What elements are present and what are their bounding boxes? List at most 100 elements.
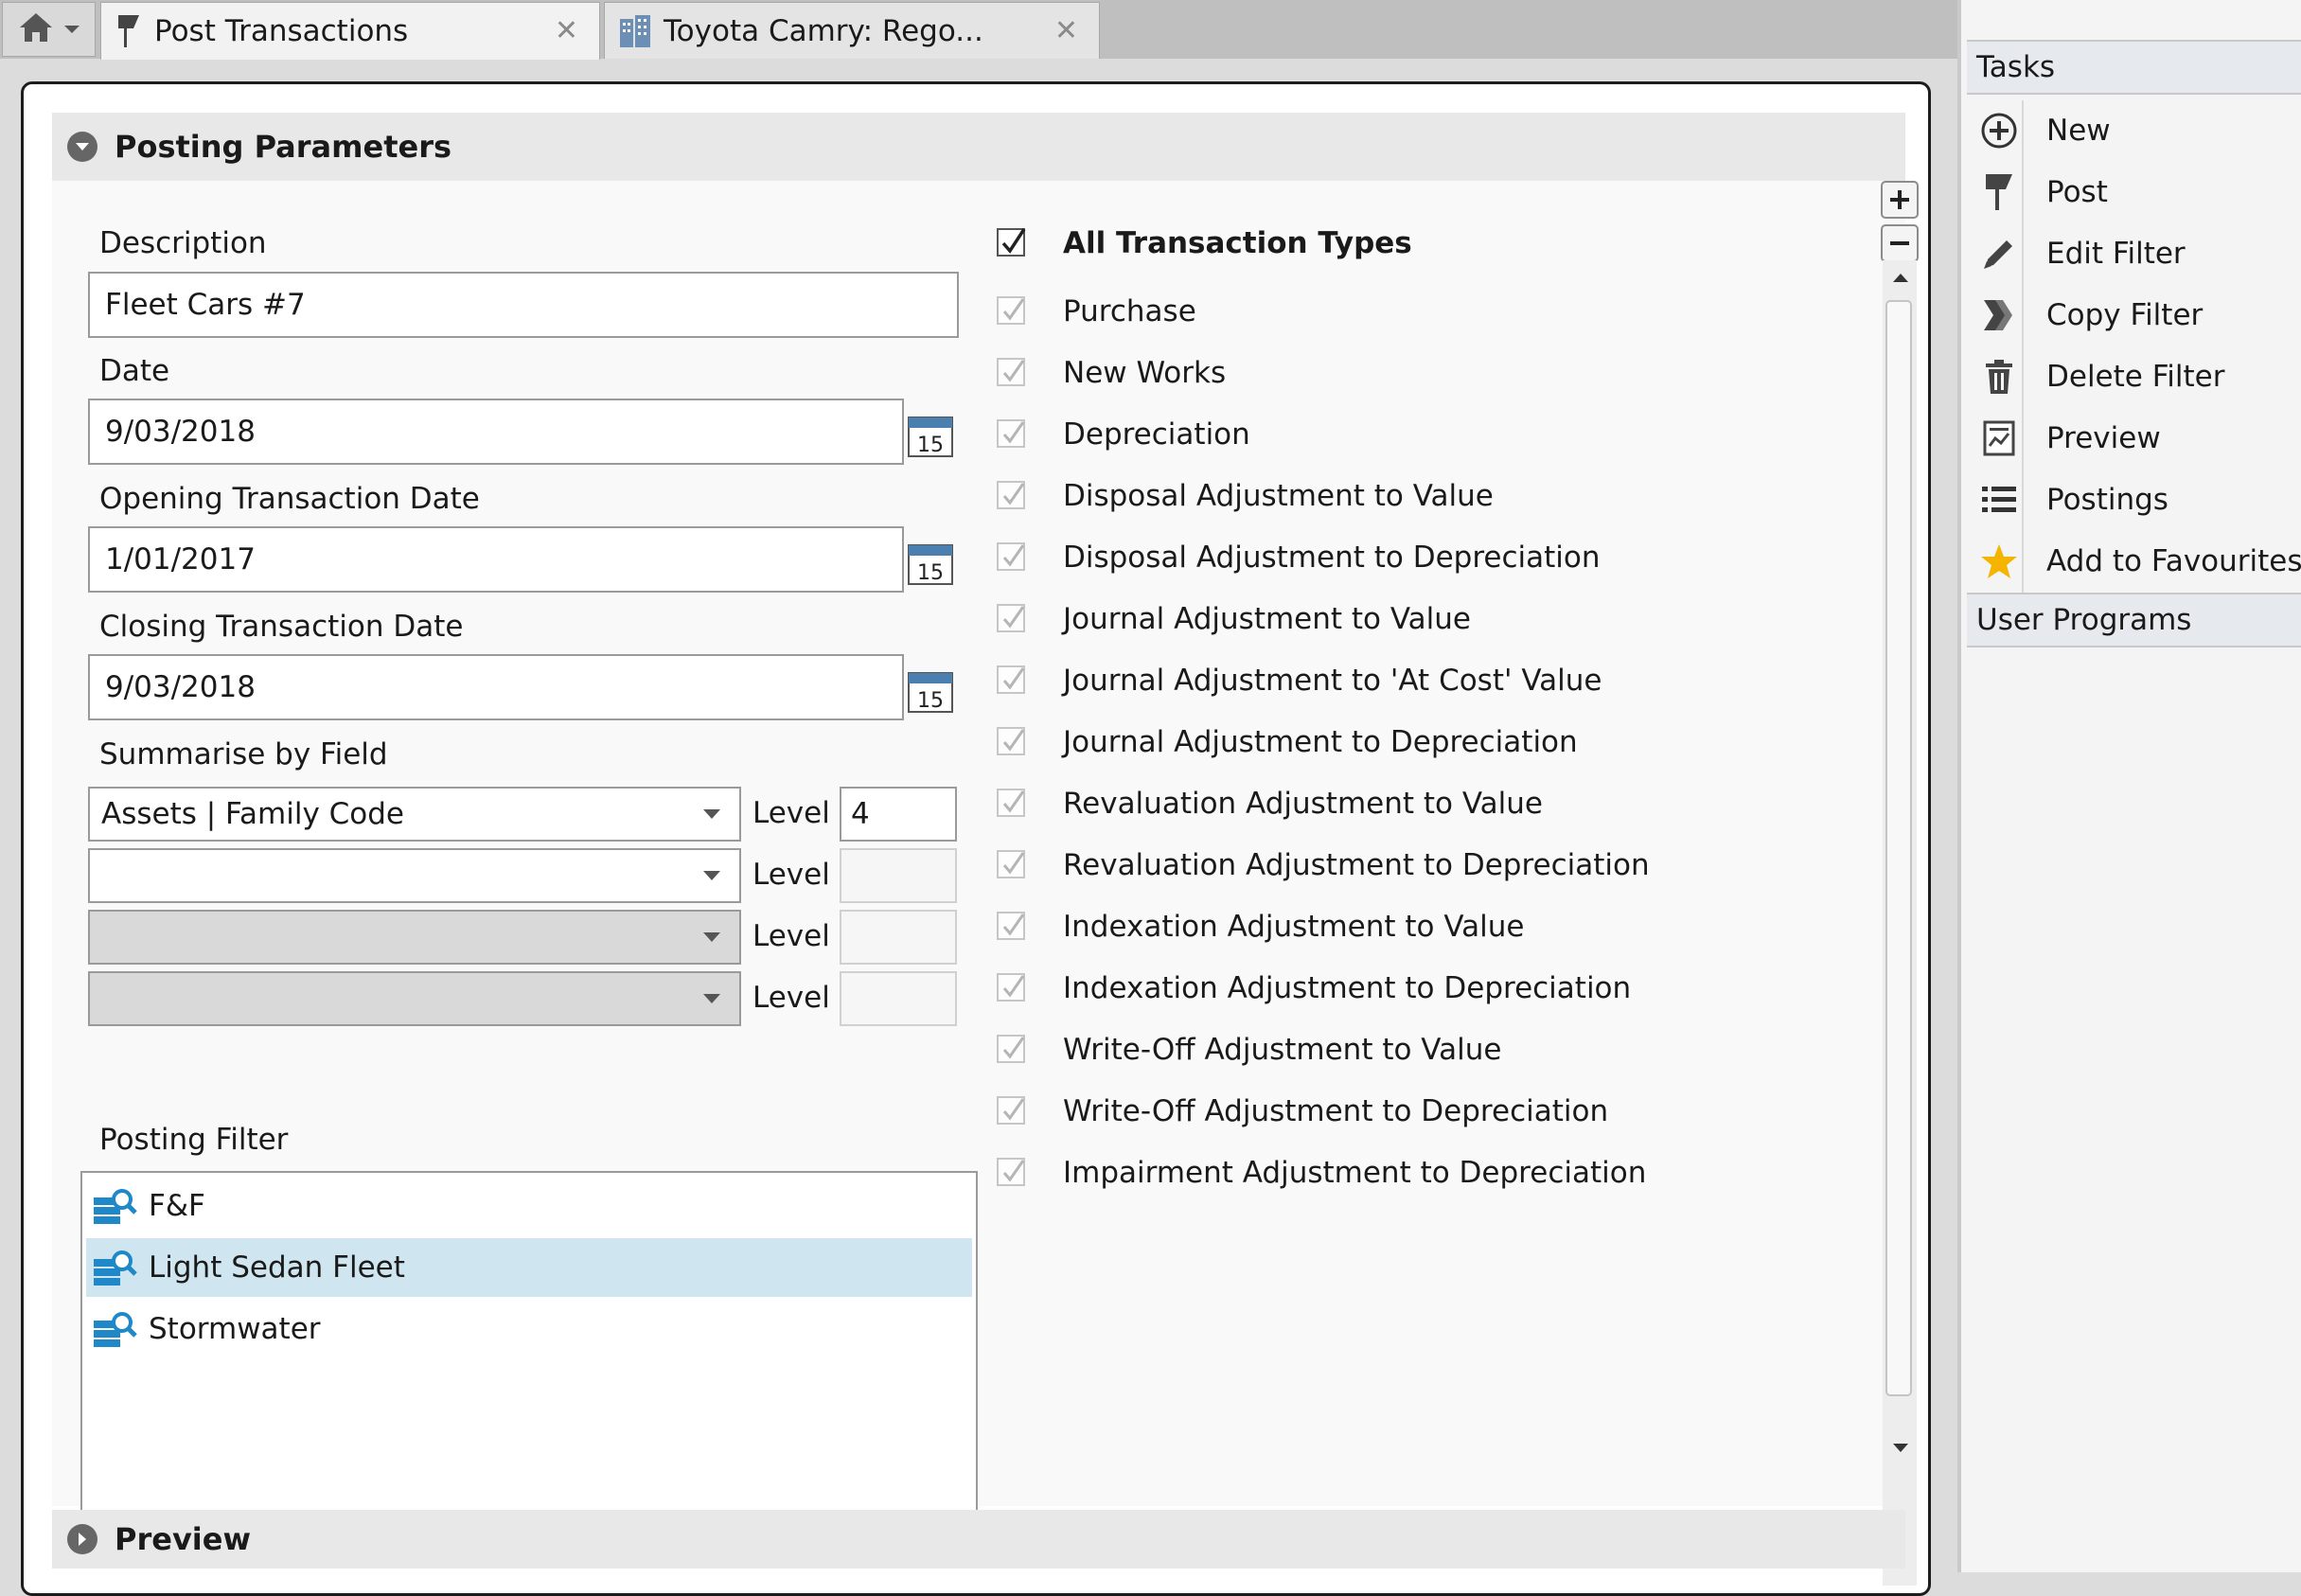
transaction-type-label: Depreciation <box>1063 417 1250 452</box>
transaction-type-checkbox[interactable] <box>997 727 1025 755</box>
calendar-icon[interactable]: 15 <box>908 414 953 457</box>
list-icon <box>1978 479 2020 521</box>
task-preview[interactable]: Preview <box>1967 408 2301 469</box>
transaction-type-label: Revaluation Adjustment to Value <box>1063 787 1543 821</box>
transaction-type-checkbox[interactable] <box>997 604 1025 632</box>
transaction-type-checkbox[interactable] <box>997 1035 1025 1063</box>
calendar-icon[interactable]: 15 <box>908 669 953 713</box>
scrollbar-thumb[interactable] <box>1885 300 1912 1396</box>
transaction-type-checkbox[interactable] <box>997 912 1025 940</box>
close-icon[interactable]: ✕ <box>555 14 578 47</box>
summarise-field-select-1[interactable]: Assets | Family Code <box>88 787 741 842</box>
transaction-type-label: Impairment Adjustment to Depreciation <box>1063 1156 1647 1190</box>
tasks-header[interactable]: Tasks <box>1967 40 2301 95</box>
copy-icon <box>1978 294 2020 336</box>
transaction-type-label: Write-Off Adjustment to Value <box>1063 1033 1502 1067</box>
star-icon <box>1978 541 2020 582</box>
all-transaction-types-checkbox[interactable] <box>997 228 1026 257</box>
scroll-up-icon[interactable] <box>1893 274 1908 282</box>
tasks-pane: Tasks New Post Edit Filter Copy Filter D… <box>1957 0 2301 1572</box>
transaction-type-label: Journal Adjustment to Value <box>1063 602 1472 636</box>
level-label: Level <box>752 981 830 1015</box>
dropdown-arrow-icon <box>703 871 720 880</box>
checkmark-icon <box>1002 421 1025 444</box>
list-item[interactable]: F&F <box>86 1177 972 1235</box>
task-edit-filter[interactable]: Edit Filter <box>1967 223 2301 284</box>
select-value: Assets | Family Code <box>101 797 405 831</box>
task-add-to-favourites[interactable]: Add to Favourites <box>1967 531 2301 592</box>
transaction-type-label: Indexation Adjustment to Depreciation <box>1063 971 1632 1005</box>
transaction-type-checkbox[interactable] <box>997 789 1025 817</box>
level-label: Level <box>752 796 830 830</box>
transaction-type-checkbox[interactable] <box>997 358 1025 386</box>
summarise-field-select-4 <box>88 971 741 1026</box>
list-item[interactable]: Stormwater <box>86 1300 972 1358</box>
collapse-chevron-icon <box>67 132 97 162</box>
preview-header[interactable]: Preview <box>52 1510 1905 1569</box>
svg-text:15: 15 <box>917 689 944 713</box>
closing-date-input[interactable]: 9/03/2018 <box>88 654 904 720</box>
description-label: Description <box>99 226 267 260</box>
user-programs-header[interactable]: User Programs <box>1967 593 2301 647</box>
transaction-type-checkbox[interactable] <box>997 850 1025 878</box>
vertical-scrollbar[interactable] <box>1883 260 1917 1586</box>
task-post[interactable]: Post <box>1967 162 2301 222</box>
date-input[interactable]: 9/03/2018 <box>88 399 904 465</box>
filter-name: Stormwater <box>149 1312 321 1346</box>
transaction-type-checkbox[interactable] <box>997 481 1025 509</box>
transaction-type-checkbox[interactable] <box>997 1096 1025 1125</box>
summarise-field-select-2[interactable] <box>88 848 741 903</box>
task-label: Delete Filter <box>2046 360 2225 394</box>
all-transaction-types-label: All Transaction Types <box>1063 226 1412 260</box>
collapse-all-button[interactable] <box>1881 224 1919 262</box>
dropdown-arrow-icon <box>703 932 720 942</box>
opening-date-input[interactable]: 1/01/2017 <box>88 526 904 593</box>
checkmark-icon <box>1002 544 1025 567</box>
transaction-type-label: Write-Off Adjustment to Depreciation <box>1063 1094 1609 1128</box>
posting-parameters-header[interactable]: Posting Parameters <box>52 113 1905 181</box>
task-label: Preview <box>2046 421 2161 455</box>
transaction-type-label: Journal Adjustment to Depreciation <box>1063 725 1578 759</box>
expand-all-button[interactable] <box>1881 181 1919 219</box>
tab-post-transactions[interactable]: Post Transactions ✕ <box>100 2 600 60</box>
task-label: Add to Favourites <box>2046 544 2301 578</box>
checkmark-icon <box>1002 790 1025 813</box>
transaction-type-checkbox[interactable] <box>997 665 1025 694</box>
document-panel: Posting Parameters Description Fleet Car… <box>21 81 1931 1596</box>
checkmark-icon <box>1002 729 1025 752</box>
filter-name: F&F <box>149 1189 205 1223</box>
task-new[interactable]: New <box>1967 100 2301 161</box>
transaction-type-checkbox[interactable] <box>997 973 1025 1002</box>
checkmark-icon <box>1002 1037 1025 1059</box>
tab-toyota-camry[interactable]: Toyota Camry: Rego... ✕ <box>604 2 1100 59</box>
filter-name: Light Sedan Fleet <box>149 1250 405 1285</box>
transaction-type-checkbox[interactable] <box>997 419 1025 448</box>
pin-icon <box>1978 171 2020 213</box>
chevron-down-icon <box>63 21 80 39</box>
calendar-icon[interactable]: 15 <box>908 541 953 585</box>
scroll-down-icon[interactable] <box>1893 1444 1908 1452</box>
transaction-type-checkbox[interactable] <box>997 542 1025 571</box>
level-input-1[interactable]: 4 <box>840 787 957 842</box>
task-delete-filter[interactable]: Delete Filter <box>1967 346 2301 407</box>
close-icon[interactable]: ✕ <box>1054 14 1078 47</box>
filter-search-icon <box>94 1312 137 1347</box>
list-item[interactable]: Light Sedan Fleet <box>86 1238 972 1297</box>
checkmark-icon <box>1002 913 1025 936</box>
pin-icon <box>115 13 143 49</box>
expand-chevron-icon <box>67 1524 97 1554</box>
transaction-type-label: Indexation Adjustment to Value <box>1063 910 1525 944</box>
transaction-type-checkbox[interactable] <box>997 296 1025 325</box>
task-postings[interactable]: Postings <box>1967 470 2301 530</box>
section-title: Preview <box>115 1521 252 1557</box>
transaction-type-label: Disposal Adjustment to Value <box>1063 479 1494 513</box>
level-input-2[interactable] <box>840 848 957 903</box>
transaction-type-checkbox[interactable] <box>997 1158 1025 1186</box>
summarise-label: Summarise by Field <box>99 737 388 771</box>
checkmark-icon <box>1002 606 1025 629</box>
home-menu-button[interactable] <box>2 2 96 57</box>
posting-filter-list[interactable]: F&F Light Sedan Fleet Stormwater <box>80 1171 978 1550</box>
description-input[interactable]: Fleet Cars #7 <box>88 272 959 338</box>
checkmark-icon <box>1002 360 1025 382</box>
task-copy-filter[interactable]: Copy Filter <box>1967 285 2301 346</box>
